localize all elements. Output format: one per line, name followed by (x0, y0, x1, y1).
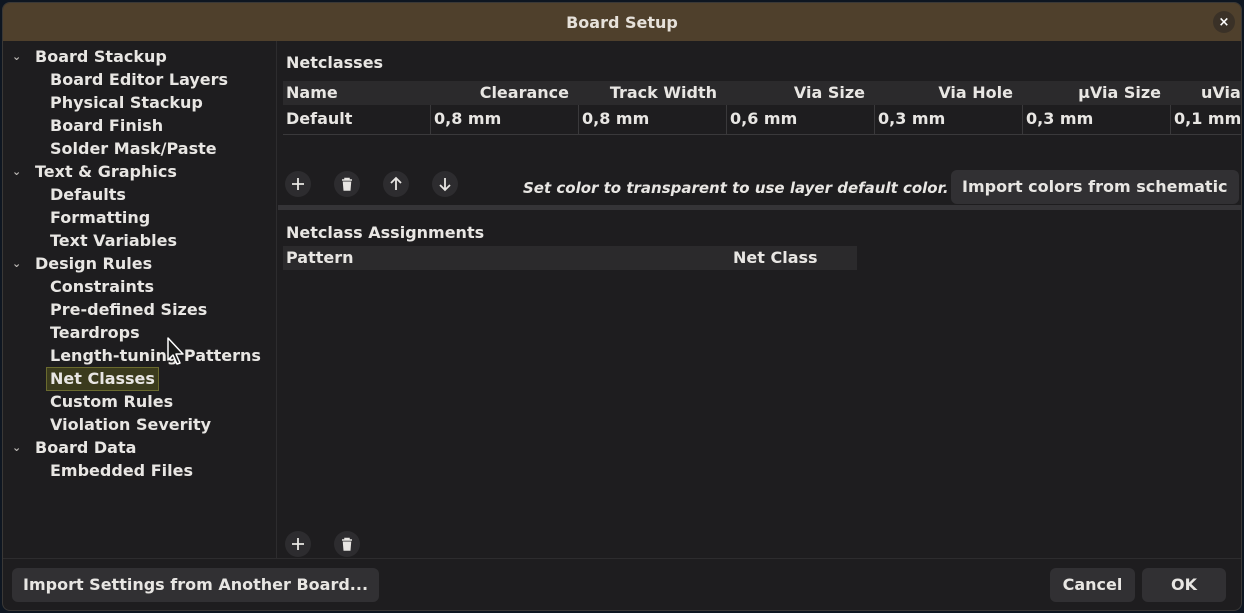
title-bar[interactable]: Board Setup × (3, 3, 1241, 41)
net-classes-panel: Netclasses Name Clearance Track Width Vi… (278, 41, 1241, 558)
cell-uvia[interactable]: 0,1 mm (1171, 105, 1241, 135)
add-netclass-button[interactable] (285, 171, 311, 197)
table-row: Default 0,8 mm 0,8 mm 0,6 mm 0,3 mm 0,3 … (283, 105, 1241, 135)
tree-item-net-classes[interactable]: Net Classes (46, 367, 159, 391)
chevron-down-icon[interactable]: ⌄ (12, 161, 24, 183)
tree-item-text-variables[interactable]: Text Variables (50, 230, 177, 252)
cell-via-size[interactable]: 0,6 mm (727, 105, 875, 135)
trash-icon (342, 537, 352, 551)
window-title: Board Setup (566, 12, 678, 32)
plus-icon (292, 178, 304, 190)
move-up-button[interactable] (383, 171, 409, 197)
chevron-down-icon[interactable]: ⌄ (12, 253, 24, 275)
column-header-via-size[interactable]: Via Size (727, 81, 875, 105)
import-colors-button[interactable]: Import colors from schematic (951, 170, 1239, 204)
import-settings-button[interactable]: Import Settings from Another Board... (12, 568, 380, 602)
arrow-up-icon (390, 176, 402, 190)
tree-item-embedded-files[interactable]: Embedded Files (50, 460, 193, 482)
splitter[interactable] (278, 205, 1241, 210)
cancel-button[interactable]: Cancel (1050, 568, 1135, 602)
transparency-hint: Set color to transparent to use layer de… (523, 179, 949, 197)
move-down-button[interactable] (432, 171, 458, 197)
netclasses-grid-header: Name Clearance Track Width Via Size Via … (283, 81, 1241, 105)
mouse-cursor-icon (167, 337, 184, 365)
tree-item-defaults[interactable]: Defaults (50, 184, 126, 206)
column-header-uvia[interactable]: uVia (1171, 81, 1241, 105)
tree-item-design-rules[interactable]: Design Rules (35, 253, 152, 275)
column-header-track-width[interactable]: Track Width (579, 81, 727, 105)
tree-item-board-editor-layers[interactable]: Board Editor Layers (50, 69, 228, 91)
tree-item-physical-stackup[interactable]: Physical Stackup (50, 92, 203, 114)
chevron-down-icon[interactable]: ⌄ (12, 437, 24, 459)
dialog-button-bar: Import Settings from Another Board... Ca… (3, 558, 1241, 610)
tree-item-text-graphics[interactable]: Text & Graphics (35, 161, 177, 183)
column-header-pattern[interactable]: Pattern (286, 246, 354, 270)
chevron-down-icon[interactable]: ⌄ (12, 46, 24, 68)
tree-item-teardrops[interactable]: Teardrops (50, 322, 140, 344)
tree-item-custom-rules[interactable]: Custom Rules (50, 391, 173, 413)
column-header-via-hole[interactable]: Via Hole (875, 81, 1023, 105)
delete-netclass-button[interactable] (334, 171, 360, 197)
netclass-assignments-title: Netclass Assignments (286, 223, 485, 242)
cell-uvia-size[interactable]: 0,3 mm (1023, 105, 1171, 135)
column-header-uvia-size[interactable]: µVia Size (1023, 81, 1171, 105)
add-assignment-button[interactable] (285, 531, 311, 557)
delete-assignment-button[interactable] (334, 531, 360, 557)
cell-track-width[interactable]: 0,8 mm (579, 105, 727, 135)
tree-item-board-finish[interactable]: Board Finish (50, 115, 163, 137)
close-icon: × (1218, 14, 1230, 30)
ok-button[interactable]: OK (1142, 568, 1226, 602)
tree-item-board-stackup[interactable]: Board Stackup (35, 46, 167, 68)
tree-item-length-tuning-patterns[interactable]: Length-tuning Patterns (50, 345, 261, 367)
board-setup-dialog: Board Setup × ⌄ Board Stackup Board Edit… (2, 2, 1242, 611)
cell-via-hole[interactable]: 0,3 mm (875, 105, 1023, 135)
settings-tree: ⌄ Board Stackup Board Editor Layers Phys… (3, 41, 277, 558)
column-header-clearance[interactable]: Clearance (431, 81, 579, 105)
tree-item-violation-severity[interactable]: Violation Severity (50, 414, 211, 436)
plus-icon (292, 538, 304, 550)
assignments-grid-header: Pattern Net Class (283, 246, 857, 270)
arrow-down-icon (439, 178, 451, 192)
column-header-name[interactable]: Name (283, 81, 431, 105)
close-button[interactable]: × (1213, 11, 1235, 33)
tree-item-formatting[interactable]: Formatting (50, 207, 150, 229)
tree-item-predefined-sizes[interactable]: Pre-defined Sizes (50, 299, 207, 321)
column-header-net-class[interactable]: Net Class (733, 246, 818, 270)
tree-item-constraints[interactable]: Constraints (50, 276, 154, 298)
cell-name[interactable]: Default (283, 105, 431, 135)
netclasses-grid: Name Clearance Track Width Via Size Via … (283, 81, 1241, 137)
trash-icon (342, 177, 352, 191)
cell-clearance[interactable]: 0,8 mm (431, 105, 579, 135)
tree-item-solder-mask-paste[interactable]: Solder Mask/Paste (50, 138, 217, 160)
tree-item-board-data[interactable]: Board Data (35, 437, 136, 459)
netclasses-title: Netclasses (286, 53, 384, 72)
